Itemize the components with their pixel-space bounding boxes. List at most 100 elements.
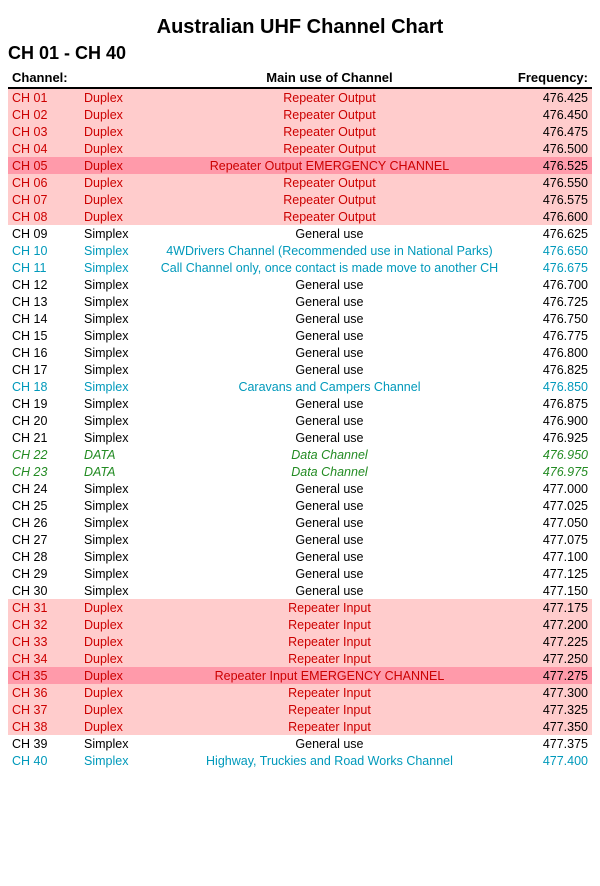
channel-frequency: 476.950 bbox=[514, 446, 592, 463]
channel-type: Simplex bbox=[80, 412, 145, 429]
channel-frequency: 477.250 bbox=[514, 650, 592, 667]
channel-frequency: 476.525 bbox=[514, 157, 592, 174]
channel-main-use: Data Channel bbox=[145, 463, 514, 480]
channel-type: Simplex bbox=[80, 225, 145, 242]
channel-number: CH 21 bbox=[8, 429, 80, 446]
page-title: Australian UHF Channel Chart bbox=[8, 16, 592, 39]
channel-type: Duplex bbox=[80, 88, 145, 106]
channel-type: DATA bbox=[80, 446, 145, 463]
channel-type: Simplex bbox=[80, 531, 145, 548]
channel-frequency: 476.725 bbox=[514, 293, 592, 310]
channel-number: CH 11 bbox=[8, 259, 80, 276]
channel-main-use: Repeater Input EMERGENCY CHANNEL bbox=[145, 667, 514, 684]
channel-number: CH 05 bbox=[8, 157, 80, 174]
channel-number: CH 26 bbox=[8, 514, 80, 531]
channel-main-use: Highway, Truckies and Road Works Channel bbox=[145, 752, 514, 769]
channel-number: CH 19 bbox=[8, 395, 80, 412]
channel-type: Simplex bbox=[80, 259, 145, 276]
channel-frequency: 476.650 bbox=[514, 242, 592, 259]
channel-type: Duplex bbox=[80, 123, 145, 140]
channel-type: Duplex bbox=[80, 140, 145, 157]
channel-frequency: 476.800 bbox=[514, 344, 592, 361]
channel-main-use: General use bbox=[145, 310, 514, 327]
channel-type: Duplex bbox=[80, 633, 145, 650]
channel-frequency: 476.475 bbox=[514, 123, 592, 140]
channel-frequency: 477.275 bbox=[514, 667, 592, 684]
channel-main-use: General use bbox=[145, 497, 514, 514]
channel-frequency: 477.350 bbox=[514, 718, 592, 735]
channel-number: CH 39 bbox=[8, 735, 80, 752]
channel-frequency: 477.325 bbox=[514, 701, 592, 718]
channel-frequency: 476.825 bbox=[514, 361, 592, 378]
channel-number: CH 03 bbox=[8, 123, 80, 140]
channel-frequency: 476.500 bbox=[514, 140, 592, 157]
channel-frequency: 477.050 bbox=[514, 514, 592, 531]
channel-type: Simplex bbox=[80, 327, 145, 344]
channel-main-use: Repeater Input bbox=[145, 701, 514, 718]
channel-main-use: 4WDrivers Channel (Recommended use in Na… bbox=[145, 242, 514, 259]
channel-number: CH 16 bbox=[8, 344, 80, 361]
channel-number: CH 09 bbox=[8, 225, 80, 242]
channel-number: CH 36 bbox=[8, 684, 80, 701]
channel-main-use: General use bbox=[145, 344, 514, 361]
channel-number: CH 07 bbox=[8, 191, 80, 208]
channel-main-use: Call Channel only, once contact is made … bbox=[145, 259, 514, 276]
channel-type: Duplex bbox=[80, 718, 145, 735]
channel-number: CH 10 bbox=[8, 242, 80, 259]
channel-table: Channel: Main use of Channel Frequency: … bbox=[8, 68, 592, 769]
channel-type: Simplex bbox=[80, 242, 145, 259]
channel-type: Simplex bbox=[80, 378, 145, 395]
channel-main-use: Repeater Output EMERGENCY CHANNEL bbox=[145, 157, 514, 174]
channel-frequency: 477.000 bbox=[514, 480, 592, 497]
channel-number: CH 38 bbox=[8, 718, 80, 735]
channel-frequency: 476.850 bbox=[514, 378, 592, 395]
channel-number: CH 01 bbox=[8, 88, 80, 106]
channel-main-use: Caravans and Campers Channel bbox=[145, 378, 514, 395]
channel-type: Duplex bbox=[80, 599, 145, 616]
channel-frequency: 477.075 bbox=[514, 531, 592, 548]
channel-number: CH 25 bbox=[8, 497, 80, 514]
channel-main-use: Repeater Input bbox=[145, 616, 514, 633]
channel-frequency: 476.425 bbox=[514, 88, 592, 106]
channel-type: Simplex bbox=[80, 548, 145, 565]
channel-frequency: 476.625 bbox=[514, 225, 592, 242]
channel-number: CH 18 bbox=[8, 378, 80, 395]
channel-type: Simplex bbox=[80, 497, 145, 514]
channel-frequency: 477.300 bbox=[514, 684, 592, 701]
channel-number: CH 35 bbox=[8, 667, 80, 684]
channel-frequency: 477.400 bbox=[514, 752, 592, 769]
channel-main-use: General use bbox=[145, 361, 514, 378]
channel-main-use: General use bbox=[145, 412, 514, 429]
channel-type: Simplex bbox=[80, 752, 145, 769]
channel-main-use: Repeater Output bbox=[145, 174, 514, 191]
channel-main-use: Repeater Input bbox=[145, 599, 514, 616]
channel-main-use: Repeater Input bbox=[145, 718, 514, 735]
channel-number: CH 31 bbox=[8, 599, 80, 616]
channel-frequency: 477.200 bbox=[514, 616, 592, 633]
channel-main-use: Repeater Output bbox=[145, 123, 514, 140]
channel-number: CH 04 bbox=[8, 140, 80, 157]
channel-number: CH 27 bbox=[8, 531, 80, 548]
channel-type: Simplex bbox=[80, 582, 145, 599]
channel-number: CH 30 bbox=[8, 582, 80, 599]
channel-type: Duplex bbox=[80, 174, 145, 191]
channel-main-use: General use bbox=[145, 327, 514, 344]
channel-main-use: General use bbox=[145, 582, 514, 599]
channel-frequency: 477.125 bbox=[514, 565, 592, 582]
channel-number: CH 40 bbox=[8, 752, 80, 769]
channel-main-use: General use bbox=[145, 480, 514, 497]
channel-main-use: Data Channel bbox=[145, 446, 514, 463]
channel-type: Simplex bbox=[80, 514, 145, 531]
channel-frequency: 476.750 bbox=[514, 310, 592, 327]
channel-main-use: General use bbox=[145, 735, 514, 752]
channel-type: DATA bbox=[80, 463, 145, 480]
channel-type: Simplex bbox=[80, 565, 145, 582]
header-frequency: Frequency: bbox=[514, 68, 592, 88]
channel-number: CH 15 bbox=[8, 327, 80, 344]
channel-number: CH 02 bbox=[8, 106, 80, 123]
channel-main-use: Repeater Input bbox=[145, 650, 514, 667]
channel-number: CH 17 bbox=[8, 361, 80, 378]
channel-main-use: General use bbox=[145, 225, 514, 242]
channel-number: CH 20 bbox=[8, 412, 80, 429]
channel-main-use: General use bbox=[145, 429, 514, 446]
